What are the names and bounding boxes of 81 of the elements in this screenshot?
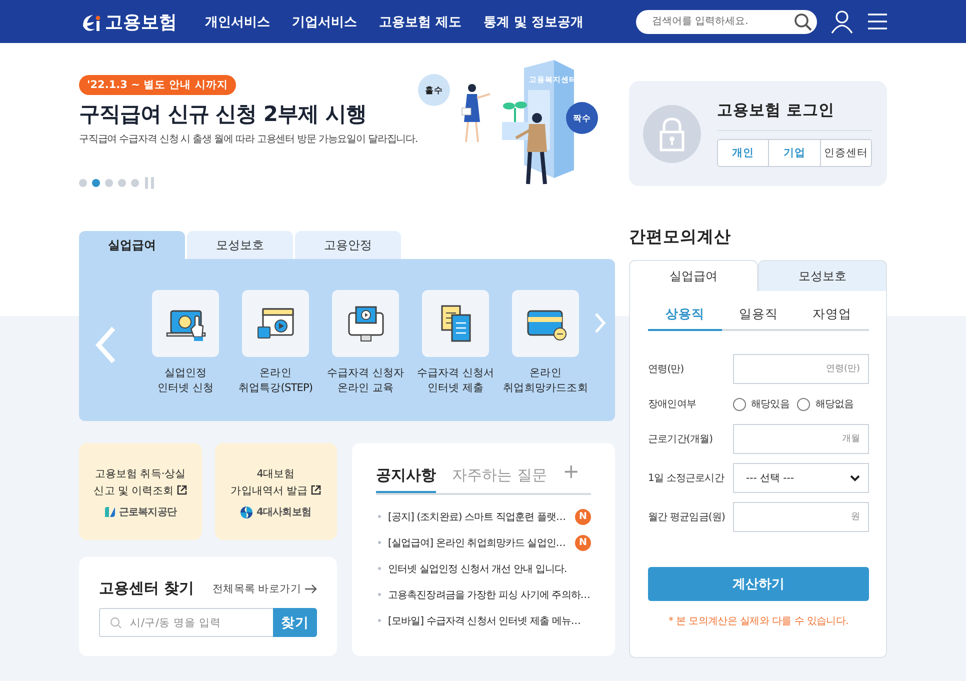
category-tab[interactable]: 모성보호 [187, 231, 293, 259]
slide-dot[interactable] [131, 179, 139, 187]
select-value: --- 선택 --- [746, 472, 794, 485]
field-label: 장애인여부 [648, 398, 698, 411]
login-title: 고용보험 로그인 [717, 100, 872, 131]
radio-button[interactable] [797, 398, 810, 410]
worker-type-tab[interactable]: 일용직 [722, 291, 796, 331]
notice-link[interactable]: 인터넷 실업인정 신청서 개선 안내 입니다. [388, 562, 591, 576]
worker-type-tab[interactable]: 자영업 [795, 291, 870, 331]
plant-drawing [502, 102, 528, 140]
search-input[interactable]: 검색어를 입력하세요. [650, 15, 794, 28]
arrow-right-icon [305, 584, 317, 594]
field-label: 연령(만) [648, 363, 685, 376]
nav-link[interactable]: 통계 및 정보공개 [484, 12, 584, 30]
field-label: 1일 소정근로시간 [648, 472, 726, 485]
woman-figure-drawing [462, 84, 490, 143]
banner-title: 구직급여 신규 신청 2부제 시행 [79, 101, 366, 128]
new-badge: N [575, 508, 591, 524]
quick-link-card[interactable]: 4대보험 가입내역서 발급 4대사회보험 [214, 443, 337, 540]
disclaimer-text: * 본 모의계산은 실제와 다를 수 있습니다. [667, 615, 850, 628]
input-field[interactable]: 개월 [733, 424, 869, 454]
speech-bubble: 홀수 [418, 74, 450, 106]
user-icon[interactable] [831, 10, 853, 34]
search-icon [110, 616, 122, 628]
search-icon[interactable] [794, 12, 812, 30]
org-name: 근로복지공단 [118, 506, 177, 519]
service-tile[interactable] [242, 290, 309, 357]
slide-dot[interactable] [79, 179, 87, 187]
quick-link-text[interactable]: 고용보험 취득·상실 신고 및 이력조회 [94, 466, 187, 500]
slide-dot[interactable] [118, 179, 126, 187]
lock-icon [643, 104, 701, 162]
notice-tab[interactable]: 공지사항 [376, 466, 436, 492]
banner-subtitle: 구직급여 수급자격 신청 시 출생 월에 따라 고용센터 방문 가능요일이 달라집니다. [79, 133, 418, 146]
category-tab[interactable]: 고용안정 [295, 231, 401, 259]
radio-label[interactable]: 해당있음 [751, 397, 790, 411]
slide-dot[interactable] [105, 179, 113, 187]
service-label[interactable]: 수급자격 신청자 온라인 교육 [326, 366, 404, 396]
calc-tab[interactable]: 모성보호 [758, 260, 887, 291]
chevron-down-icon [850, 474, 860, 482]
external-link-icon [176, 485, 187, 495]
section-title: 고용센터 찾기 [99, 579, 194, 598]
radio-button[interactable] [733, 398, 746, 410]
field-label: 월간 평균임금(원) [648, 511, 726, 524]
nav-link[interactable]: 개인서비스 [205, 12, 270, 30]
section-title: 간편모의계산 [629, 226, 732, 248]
category-tab[interactable]: 실업급여 [79, 231, 185, 259]
input-field[interactable]: 연령(만) [733, 354, 869, 384]
menu-icon[interactable] [868, 13, 887, 30]
view-all-link[interactable]: 전체목록 바로가기 [212, 582, 317, 596]
input-field[interactable]: 원 [733, 502, 869, 532]
center-search-field[interactable]: 시/구/동 명을 입력 [99, 608, 273, 637]
service-tile[interactable] [422, 290, 489, 357]
service-tile[interactable] [512, 290, 579, 357]
nav-link[interactable]: 고용보험 제도 [379, 12, 462, 30]
service-label[interactable]: 온라인 취업특강(STEP) [238, 366, 313, 396]
service-label[interactable]: 수급자격 신청서 인터넷 제출 [416, 366, 494, 396]
service-tile[interactable] [152, 290, 219, 357]
date-badge: '22.1.3 ~ 별도 안내 시까지 [79, 75, 236, 95]
nav-link[interactable]: 기업서비스 [292, 12, 357, 30]
logo-text[interactable]: 고용보험 [105, 10, 177, 34]
external-link-icon [310, 485, 321, 495]
notice-link[interactable]: [실업급여] 온라인 취업희망카드 실업인… [388, 536, 568, 550]
quick-link-text[interactable]: 4대보험 가입내역서 발급 [230, 466, 321, 500]
quick-link-card[interactable]: 고용보험 취득·상실 신고 및 이력조회 근로복지공단 [79, 443, 202, 540]
radio-label[interactable]: 해당없음 [815, 397, 854, 411]
slide-dot[interactable] [92, 179, 100, 187]
org-logo-icon [104, 506, 116, 518]
service-label[interactable]: 온라인 취업희망카드조회 [503, 366, 588, 396]
new-badge: N [575, 534, 591, 550]
service-tile[interactable] [332, 290, 399, 357]
select-field[interactable]: --- 선택 --- [733, 463, 869, 493]
notice-link[interactable]: [모바일] 수급자격 신청서 인터넷 제출 메뉴… [388, 614, 591, 628]
login-button[interactable]: 인증센터 [820, 140, 871, 166]
notice-link[interactable]: [공지] (조치완료) 스마트 직업훈련 플랫… [388, 510, 568, 524]
calc-tab[interactable]: 실업급여 [629, 260, 758, 291]
notice-link[interactable]: 고용촉진장려금을 가장한 피싱 사기에 주의하… [388, 588, 591, 602]
org-logo-icon [240, 506, 254, 518]
service-label[interactable]: 실업인정 인터넷 신청 [158, 366, 214, 396]
search-bar[interactable]: 검색어를 입력하세요. [636, 10, 817, 34]
field-label: 근로기간(개월) [648, 433, 714, 446]
org-name: 4대사회보험 [256, 506, 312, 519]
